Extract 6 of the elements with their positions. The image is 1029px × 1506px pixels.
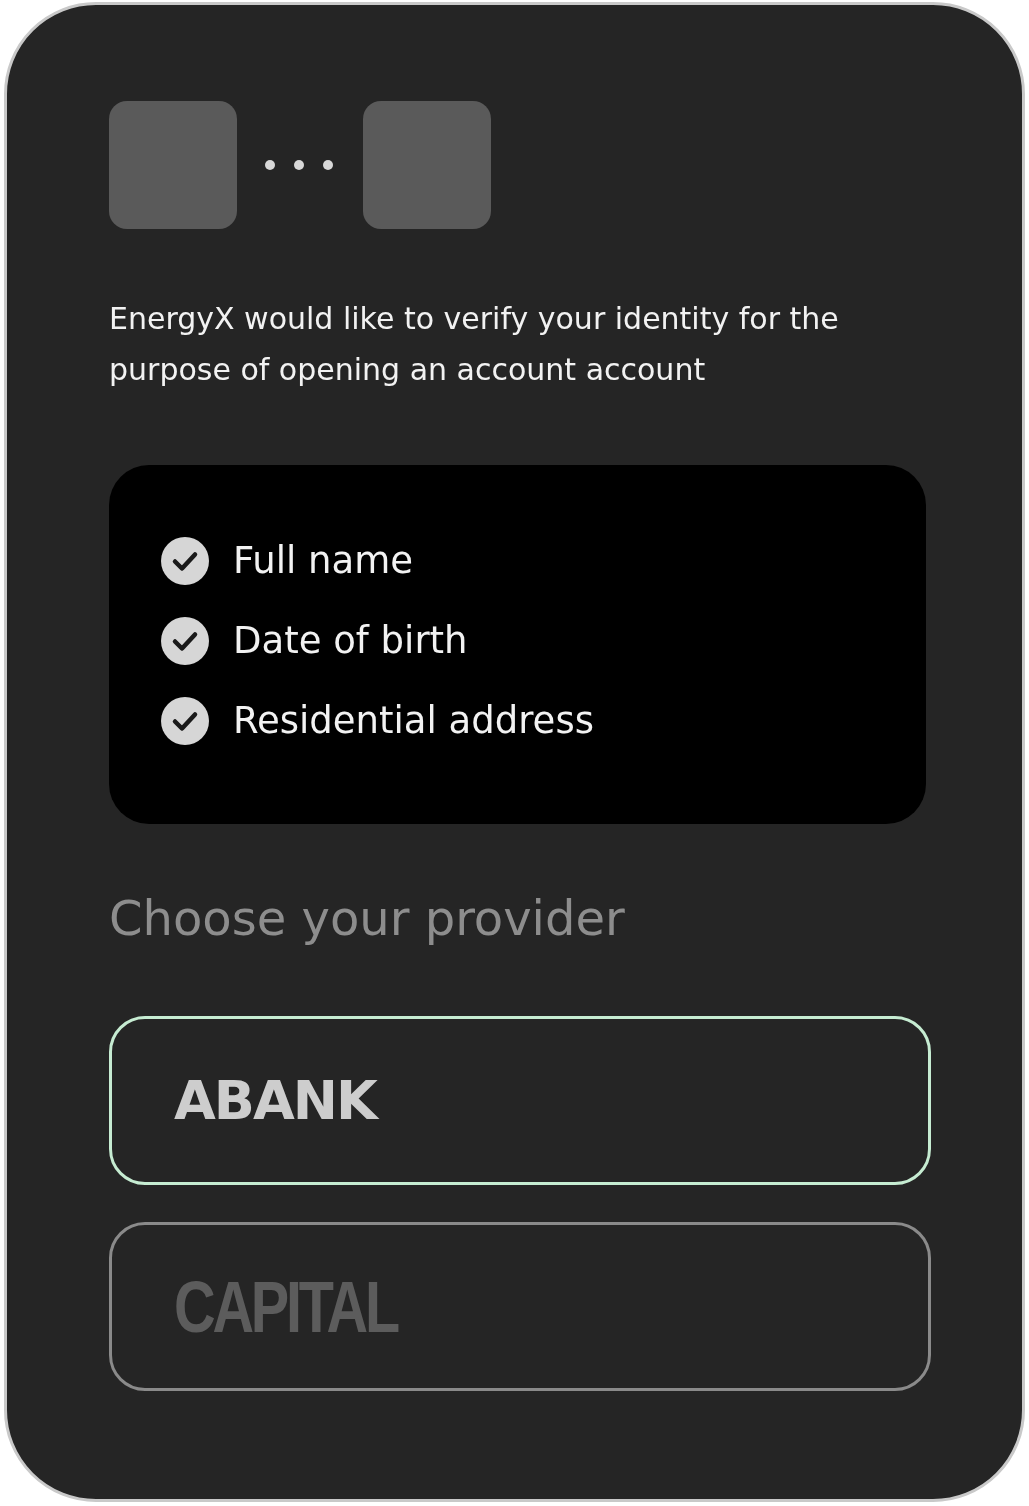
verification-message: EnergyX would like to verify your identity for the purpose of opening an account account — [109, 300, 840, 389]
provider-heading: Choose your provider — [109, 889, 626, 948]
permission-label: Date of birth — [233, 618, 468, 664]
permission-label: Residential address — [233, 698, 594, 744]
permission-label: Full name — [233, 538, 413, 584]
provider-option[interactable]: ABANK — [109, 1016, 931, 1185]
